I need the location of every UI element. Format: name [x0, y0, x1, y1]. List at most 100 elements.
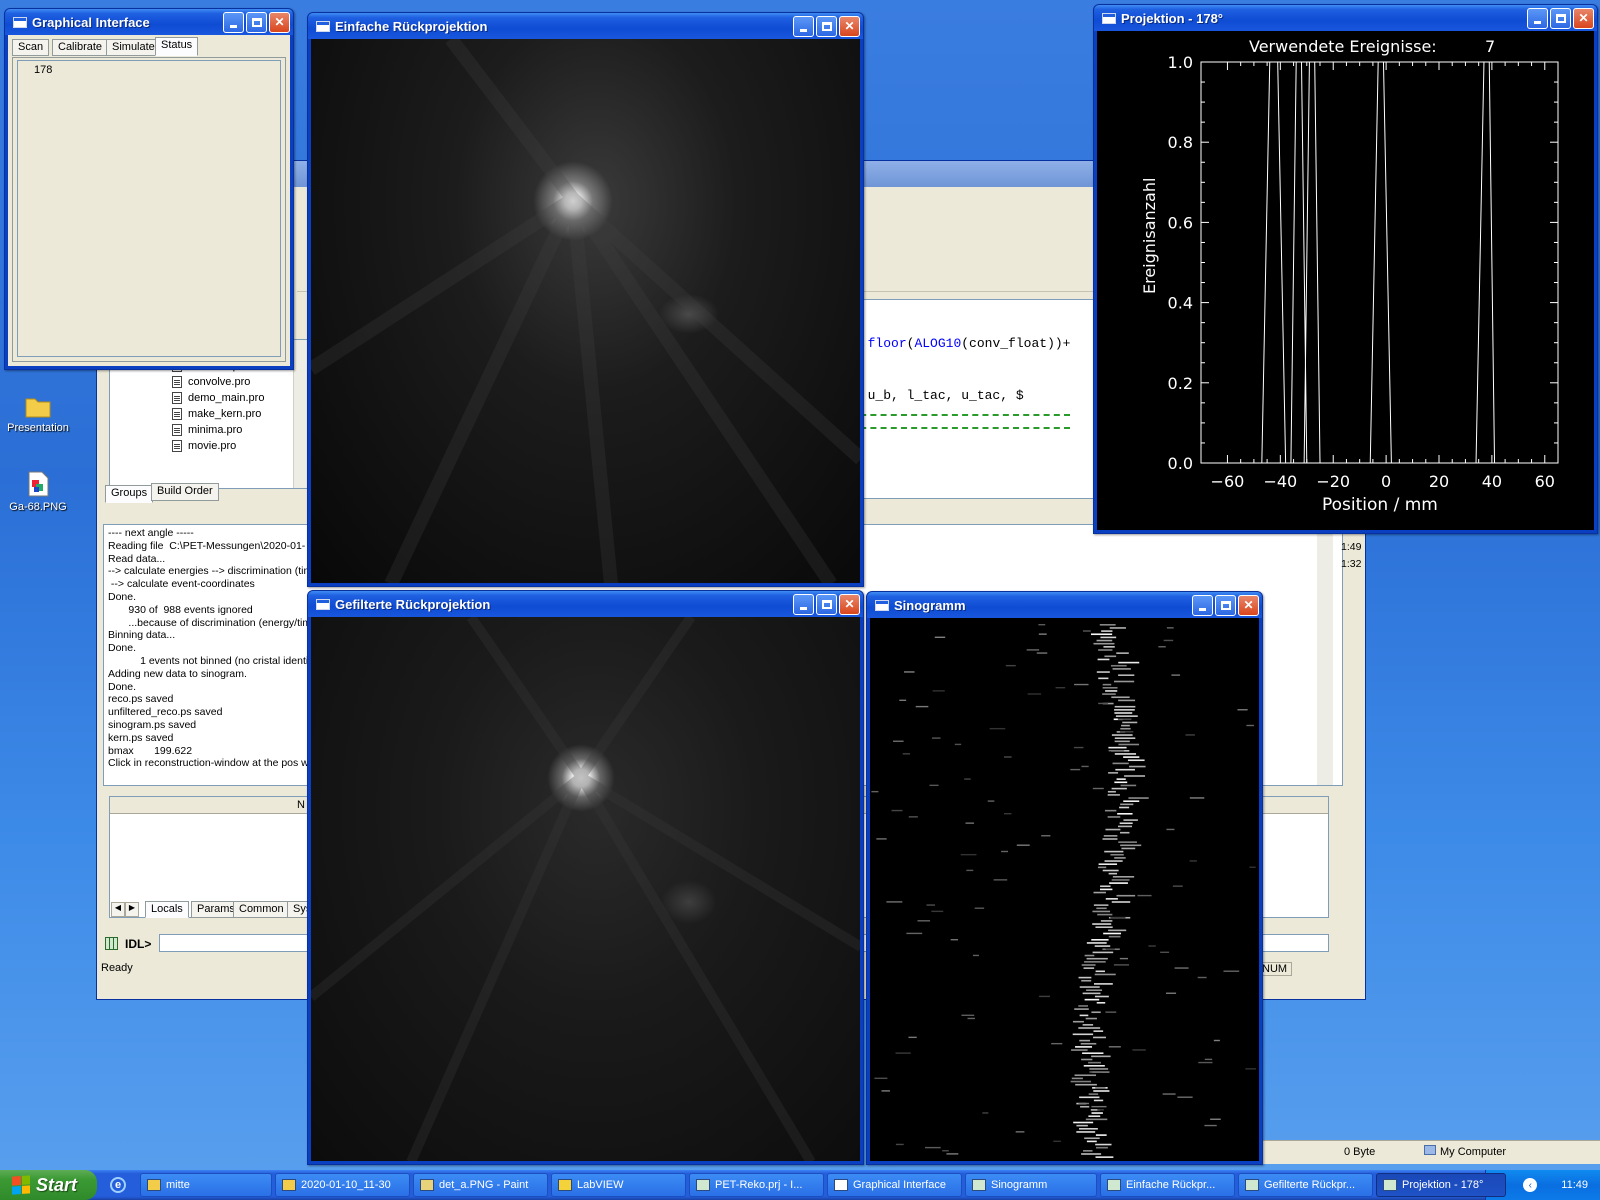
close-button[interactable]: ✕: [839, 15, 860, 37]
sinogram-mark: [1111, 901, 1131, 903]
tab-common[interactable]: Common: [233, 901, 290, 918]
x-tick-label: 20: [1429, 472, 1449, 491]
sinogram-mark: [1118, 841, 1137, 843]
desktop-icon-ga68[interactable]: Ga-68.PNG: [0, 470, 78, 513]
tray-expand-icon[interactable]: ‹: [1523, 1178, 1538, 1192]
taskbar-button[interactable]: det_a.PNG - Paint: [413, 1173, 548, 1197]
window-icon: [1102, 12, 1116, 24]
task-app-icon: [1245, 1179, 1259, 1191]
sinogram-mark: [1172, 885, 1183, 887]
sinogram-mark: [1073, 1121, 1094, 1124]
comment-separator: [850, 427, 1070, 429]
backprojection-image[interactable]: [311, 39, 860, 583]
taskbar-button[interactable]: 2020-01-10_11-30: [275, 1173, 410, 1197]
sinogram-mark: [1166, 828, 1175, 831]
sinogram-mark: [1162, 1093, 1176, 1095]
taskbar-button[interactable]: PET-Reko.prj - I...: [689, 1173, 824, 1197]
sinogram-mark: [989, 727, 1006, 730]
sinogram-mark: [966, 869, 974, 872]
sinogram-image[interactable]: [870, 618, 1259, 1161]
minimize-button[interactable]: [1192, 594, 1213, 616]
titlebar[interactable]: Sinogramm ✕: [867, 592, 1262, 618]
maximize-button[interactable]: [816, 593, 837, 615]
desktop-icon-presentation[interactable]: Presentation: [0, 393, 78, 434]
taskbar-button[interactable]: Sinogramm: [965, 1173, 1097, 1197]
variable-header-name: N: [297, 799, 305, 811]
plot-frame: [1200, 61, 1559, 464]
sinogram-mark: [1070, 1080, 1092, 1083]
sinogram-mark: [891, 809, 903, 812]
sinogram-mark: [1105, 1011, 1117, 1013]
titlebar[interactable]: Projektion - 178° ✕: [1094, 5, 1597, 31]
sinogram-mark: [1148, 945, 1156, 947]
tab-status[interactable]: Status: [155, 37, 199, 56]
maximize-button[interactable]: [816, 15, 837, 37]
x-tick-label: 40: [1482, 472, 1502, 491]
tree-item-file[interactable]: demo_main.pro: [172, 390, 264, 405]
windows-logo-icon: [12, 1175, 30, 1195]
clock[interactable]: 11:49: [1561, 1179, 1588, 1191]
scroll-left-button[interactable]: ◀: [111, 902, 125, 917]
tab-build-order[interactable]: Build Order: [151, 483, 219, 501]
tab-calibrate[interactable]: Calibrate: [52, 39, 109, 56]
tab-scan[interactable]: Scan: [12, 39, 50, 56]
sinogram-mark: [954, 743, 962, 746]
sinogram-mark: [1111, 879, 1130, 881]
taskbar-button[interactable]: Projektion - 178°: [1376, 1173, 1506, 1197]
close-button[interactable]: ✕: [1573, 7, 1594, 29]
image-file-icon: [28, 471, 49, 497]
sinogram-mark: [1185, 734, 1195, 736]
tree-item-file[interactable]: make_kern.pro: [172, 406, 261, 421]
close-button[interactable]: ✕: [269, 11, 290, 33]
maximize-button[interactable]: [1215, 594, 1236, 616]
minimize-button[interactable]: [793, 15, 814, 37]
minimize-button[interactable]: [1527, 7, 1548, 29]
taskbar-button[interactable]: Gefilterte Rückpr...: [1238, 1173, 1373, 1197]
taskbar-button[interactable]: Graphical Interface: [827, 1173, 962, 1197]
taskbar-button[interactable]: LabVIEW: [551, 1173, 686, 1197]
filtered-backprojection-image[interactable]: [311, 617, 860, 1161]
titlebar[interactable]: Gefilterte Rückprojektion ✕: [308, 591, 863, 617]
sinogram-mark: [1204, 1124, 1217, 1127]
tree-item-file[interactable]: movie.pro: [172, 438, 236, 453]
sinogram-mark: [1121, 724, 1130, 727]
status-textarea[interactable]: 178: [17, 60, 281, 357]
sinogram-mark: [1098, 677, 1109, 680]
minimize-button[interactable]: [793, 593, 814, 615]
tab-simulate[interactable]: Simulate: [106, 39, 161, 56]
idl-prompt-icon: [105, 937, 118, 950]
sinogram-mark: [1078, 1027, 1101, 1029]
close-button[interactable]: ✕: [1238, 594, 1259, 616]
window-title: Projektion - 178°: [1121, 10, 1224, 26]
projection-chart: Verwendete Ereignisse: 7 Position / mm E…: [1140, 37, 1559, 515]
sinogram-mark: [1090, 633, 1113, 636]
projection-plot-area[interactable]: Verwendete Ereignisse: 7 Position / mm E…: [1097, 31, 1594, 530]
scroll-right-button[interactable]: ▶: [125, 902, 139, 917]
taskbar-button[interactable]: Einfache Rückpr...: [1100, 1173, 1235, 1197]
sinogram-mark: [1076, 1131, 1096, 1133]
taskbar-button[interactable]: mitte: [140, 1173, 272, 1197]
sinogram-mark: [1092, 923, 1112, 925]
sinogram-mark: [1095, 1156, 1114, 1158]
sinogram-mark: [1107, 794, 1120, 796]
quicklaunch-ie-icon[interactable]: e: [110, 1177, 126, 1193]
tree-scrollbar[interactable]: [293, 340, 308, 488]
titlebar[interactable]: Graphical Interface ✕: [5, 9, 293, 35]
sinogram-mark: [1105, 898, 1118, 900]
maximize-button[interactable]: [246, 11, 267, 33]
close-button[interactable]: ✕: [839, 593, 860, 615]
pro-file-icon: [172, 391, 182, 404]
sinogram-mark: [1237, 709, 1248, 711]
maximize-button[interactable]: [1550, 7, 1571, 29]
minimize-button[interactable]: [223, 11, 244, 33]
titlebar[interactable]: Einfache Rückprojektion ✕: [308, 13, 863, 39]
sinogram-mark: [1074, 1008, 1089, 1010]
task-app-icon: [147, 1179, 161, 1191]
start-button[interactable]: Start: [0, 1170, 97, 1200]
console-scrollbar[interactable]: [1317, 525, 1333, 785]
tab-groups[interactable]: Groups: [105, 485, 154, 503]
tree-item-file[interactable]: convolve.pro: [172, 374, 250, 389]
sinogram-mark: [1085, 1017, 1097, 1020]
tab-locals[interactable]: Locals: [145, 901, 189, 918]
tree-item-file[interactable]: minima.pro: [172, 422, 242, 437]
